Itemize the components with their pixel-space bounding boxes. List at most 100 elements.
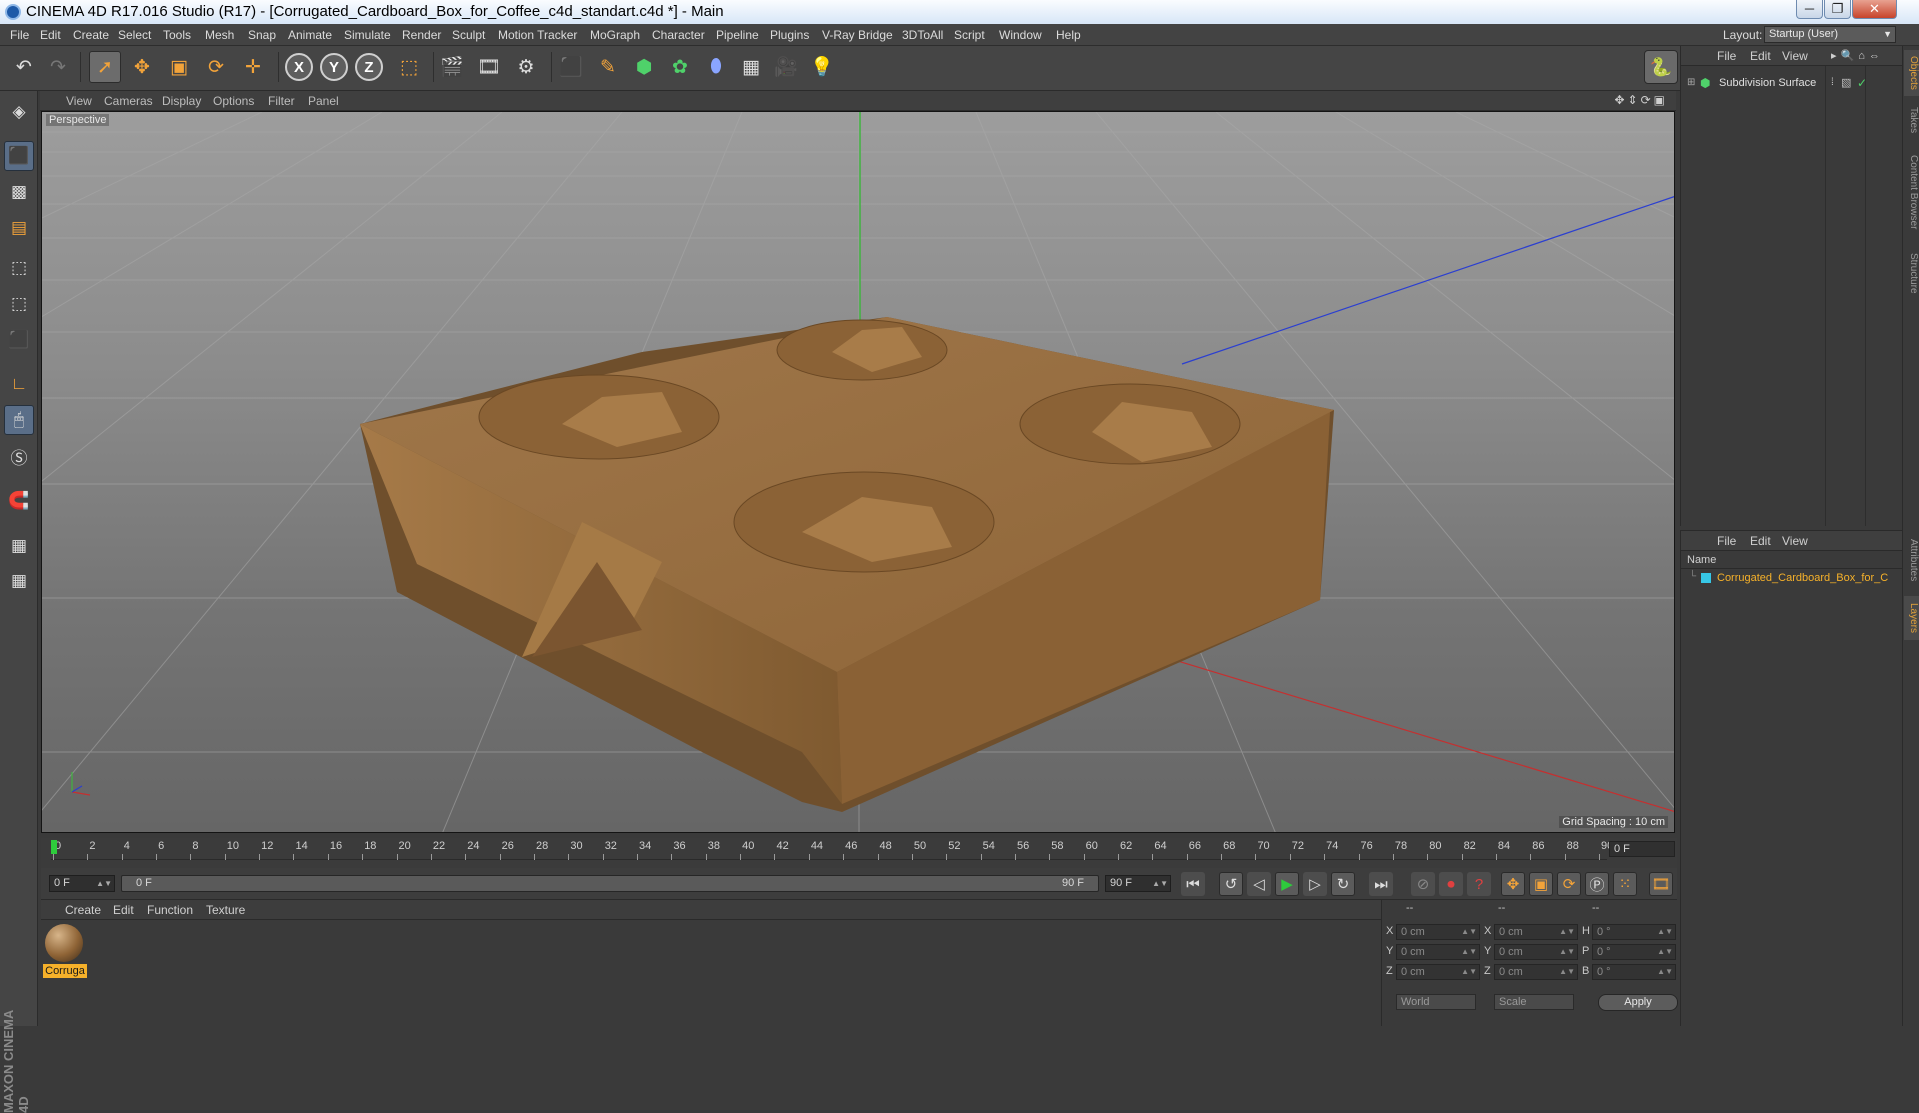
z-axis-lock-button[interactable]: Z xyxy=(355,53,383,81)
maximize-button[interactable]: ❐ xyxy=(1824,0,1851,19)
rotation-b-field[interactable]: 0 ° ▲▼ xyxy=(1592,964,1676,980)
previous-key-button[interactable]: ↺ xyxy=(1219,872,1243,896)
expand-icon[interactable]: ⊞ xyxy=(1687,77,1695,88)
snap-icon[interactable]: 🧲 xyxy=(4,486,34,516)
solo-mode-icon[interactable]: Ⓢ xyxy=(4,441,34,471)
tab-attributes[interactable]: Attributes xyxy=(1904,530,1919,590)
menu-mesh[interactable]: Mesh xyxy=(205,28,234,42)
render-picture-viewer-icon[interactable]: 🎞 xyxy=(473,51,505,83)
make-editable-icon[interactable]: ◈ xyxy=(4,97,34,127)
perspective-viewport[interactable]: Perspective Grid Spacing : 10 cm xyxy=(41,111,1675,833)
rotation-h-field[interactable]: 0 ° ▲▼ xyxy=(1592,924,1676,940)
menu-animate[interactable]: Animate xyxy=(288,28,332,42)
key-position-icon[interactable]: ✥ xyxy=(1501,872,1525,896)
axis-mode-icon[interactable]: ∟ xyxy=(4,369,34,399)
tab-layers[interactable]: Layers xyxy=(1904,596,1919,640)
object-menu-view[interactable]: View xyxy=(1782,49,1808,63)
layer-menu-edit[interactable]: Edit xyxy=(1750,534,1771,548)
menu-create[interactable]: Create xyxy=(73,28,109,42)
y-axis-lock-button[interactable]: Y xyxy=(320,53,348,81)
current-frame-field[interactable]: 0 F xyxy=(1609,841,1675,857)
position-x-field[interactable]: 0 cm ▲▼ xyxy=(1396,924,1480,940)
name-column-header[interactable]: Name xyxy=(1681,553,1903,569)
size-x-field[interactable]: 0 cm ▲▼ xyxy=(1494,924,1578,940)
menu-pipeline[interactable]: Pipeline xyxy=(716,28,759,42)
next-frame-button[interactable]: ▷ xyxy=(1303,872,1327,896)
play-button[interactable]: ▶ xyxy=(1275,872,1299,896)
menu-render[interactable]: Render xyxy=(402,28,441,42)
close-button[interactable]: ✕ xyxy=(1852,0,1897,19)
size-z-field[interactable]: 0 cm ▲▼ xyxy=(1494,964,1578,980)
tab-objects[interactable]: Objects xyxy=(1904,50,1919,96)
menu-character[interactable]: Character xyxy=(652,28,705,42)
coordinate-system-icon[interactable]: ⬚ xyxy=(393,51,425,83)
menu-select[interactable]: Select xyxy=(118,28,151,42)
menu-3dtoall[interactable]: 3DToAll xyxy=(902,28,943,42)
go-to-start-button[interactable]: ⏮ xyxy=(1181,872,1205,896)
object-row-subdivision-surface[interactable]: ⊞ ⬢ Subdivision Surface ⁞ ▧ ✓ xyxy=(1681,76,1903,94)
viewport-menu-options[interactable]: Options xyxy=(213,94,254,108)
menu-sculpt[interactable]: Sculpt xyxy=(452,28,485,42)
menu-motion-tracker[interactable]: Motion Tracker xyxy=(498,28,577,42)
material-menu-texture[interactable]: Texture xyxy=(206,903,245,917)
viewport-menu-panel[interactable]: Panel xyxy=(308,94,339,108)
viewport-menu-display[interactable]: Display xyxy=(162,94,201,108)
viewport-menu-view[interactable]: View xyxy=(66,94,92,108)
autokey-icon[interactable]: ⏺ xyxy=(1439,872,1463,896)
recent-tool-icon[interactable]: ✛ xyxy=(237,51,269,83)
x-axis-lock-button[interactable]: X xyxy=(285,53,313,81)
menu-vray-bridge[interactable]: V-Ray Bridge xyxy=(822,28,893,42)
menu-file[interactable]: File xyxy=(10,28,29,42)
viewport-navigation-icons[interactable]: ✥⇕⟳▣ xyxy=(1614,93,1668,107)
layer-menu-view[interactable]: View xyxy=(1782,534,1808,548)
rotation-p-field[interactable]: 0 ° ▲▼ xyxy=(1592,944,1676,960)
rotate-tool-icon[interactable]: ⟳ xyxy=(200,51,232,83)
undo-button[interactable]: ↶ xyxy=(8,51,40,83)
redo-button[interactable]: ↷ xyxy=(42,51,74,83)
pen-spline-icon[interactable]: ✎ xyxy=(592,51,624,83)
layer-row[interactable]: └ Corrugated_Cardboard_Box_for_C xyxy=(1681,571,1903,587)
live-selection-tool-icon[interactable]: ➚ xyxy=(89,51,121,83)
menu-window[interactable]: Window xyxy=(999,28,1042,42)
edges-mode-icon[interactable]: ⬚ xyxy=(4,289,34,319)
position-y-field[interactable]: 0 cm ▲▼ xyxy=(1396,944,1480,960)
camera-icon[interactable]: 🎥 xyxy=(770,51,802,83)
menu-plugins[interactable]: Plugins xyxy=(770,28,809,42)
tab-takes[interactable]: Takes xyxy=(1904,102,1919,138)
generator-toggle-icon[interactable]: ▧ xyxy=(1841,76,1851,89)
python-script-icon[interactable]: 🐍 xyxy=(1644,50,1678,84)
timeline-window-icon[interactable]: 🎞 xyxy=(1649,872,1673,896)
key-rotation-icon[interactable]: ⟳ xyxy=(1557,872,1581,896)
frame-ruler[interactable]: 0 2 4 6 8 10 12 14 16 18 20 22 24 26 28 30 32 34 36 38 40 42 4… xyxy=(51,838,1613,860)
layer-menu-file[interactable]: File xyxy=(1717,534,1736,548)
menu-help[interactable]: Help xyxy=(1056,28,1081,42)
cube-primitive-icon[interactable]: ⬛ xyxy=(555,51,587,83)
move-tool-icon[interactable]: ✥ xyxy=(126,51,158,83)
model-mode-icon[interactable]: ⬛ xyxy=(4,141,34,171)
tab-structure[interactable]: Structure xyxy=(1904,246,1919,300)
minimize-button[interactable]: ─ xyxy=(1796,0,1823,19)
material-thumbnail[interactable]: Corruga xyxy=(43,922,87,978)
menu-script[interactable]: Script xyxy=(954,28,985,42)
workplane-lock-icon[interactable]: ▦ xyxy=(4,531,34,561)
visibility-dots-icon[interactable]: ⁞ xyxy=(1831,77,1834,88)
viewport-menu-filter[interactable]: Filter xyxy=(268,94,295,108)
scale-tool-icon[interactable]: ▣ xyxy=(163,51,195,83)
position-z-field[interactable]: 0 cm ▲▼ xyxy=(1396,964,1480,980)
end-frame-field[interactable]: 90 F ▲▼ xyxy=(1105,875,1171,892)
viewport-menu-cameras[interactable]: Cameras xyxy=(104,94,153,108)
floor-environment-icon[interactable]: ▦ xyxy=(735,51,767,83)
size-y-field[interactable]: 0 cm ▲▼ xyxy=(1494,944,1578,960)
timeline-ruler[interactable]: 0 2 4 6 8 10 12 14 16 18 20 22 24 26 28 30 32 34 36 38 40 42 4… xyxy=(41,838,1677,868)
render-view-icon[interactable]: 🎬 xyxy=(436,51,468,83)
preview-range-slider[interactable]: 0 F 90 F xyxy=(121,875,1099,892)
menu-snap[interactable]: Snap xyxy=(248,28,276,42)
render-settings-icon[interactable]: ⚙ xyxy=(510,51,542,83)
tab-content-browser[interactable]: Content Browser xyxy=(1904,144,1919,240)
material-menu-edit[interactable]: Edit xyxy=(113,903,134,917)
start-frame-field[interactable]: 0 F ▲▼ xyxy=(49,875,115,892)
key-pla-icon[interactable]: ⁙ xyxy=(1613,872,1637,896)
timeline-playhead[interactable] xyxy=(51,840,57,854)
key-parameter-icon[interactable]: Ⓟ xyxy=(1585,872,1609,896)
next-key-button[interactable]: ↻ xyxy=(1331,872,1355,896)
